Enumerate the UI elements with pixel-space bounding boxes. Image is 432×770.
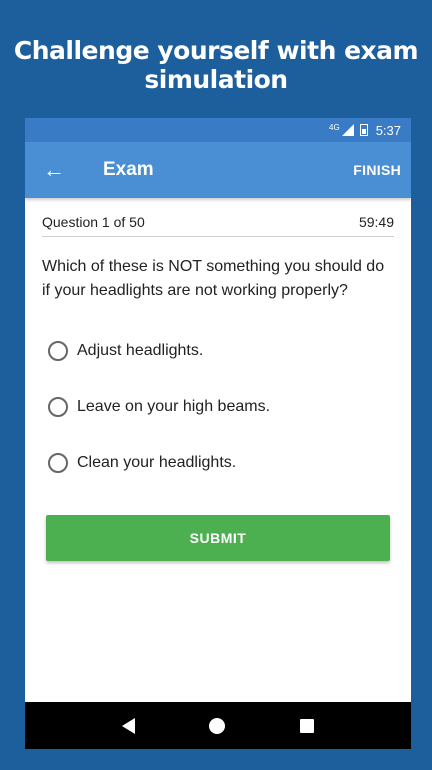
battery-icon xyxy=(359,124,368,136)
submit-button[interactable]: SUBMIT xyxy=(46,515,390,561)
question-meta: Question 1 of 50 59:49 xyxy=(42,198,394,237)
question-text: Which of these is NOT something you shou… xyxy=(42,258,385,299)
back-arrow-icon[interactable]: ← xyxy=(43,157,67,183)
app-bar: ← Exam FINISH xyxy=(25,142,411,198)
radio-button-icon[interactable] xyxy=(48,397,68,417)
nav-home-icon[interactable] xyxy=(209,717,226,734)
status-time: 5:37 xyxy=(375,122,401,138)
answer-option-1[interactable]: Adjust headlights. xyxy=(42,323,394,379)
answer-option-2[interactable]: Leave on your high beams. xyxy=(42,379,394,435)
finish-button[interactable]: FINISH xyxy=(351,156,403,184)
phone-screen: 4G 5:37 ← Exam FINISH Question 1 of 50 5… xyxy=(25,118,411,749)
network-type: 4G xyxy=(329,122,340,132)
promo-headline: Challenge yourself with exam simulation xyxy=(13,36,419,94)
nav-back-icon[interactable] xyxy=(122,717,136,734)
page-title: Exam xyxy=(103,159,154,180)
answer-options: Adjust headlights. Leave on your high be… xyxy=(42,323,394,491)
status-bar: 4G 5:37 xyxy=(25,118,411,142)
android-nav-bar xyxy=(25,702,411,749)
answer-option-label: Clean your headlights. xyxy=(77,454,237,471)
nav-recents-icon[interactable] xyxy=(299,718,314,733)
signal-icon xyxy=(341,124,354,136)
answer-option-label: Leave on your high beams. xyxy=(77,398,271,415)
exam-timer: 59:49 xyxy=(358,214,394,230)
radio-button-icon[interactable] xyxy=(48,453,68,473)
exam-content: Question 1 of 50 59:49 Which of these is… xyxy=(25,198,411,561)
answer-option-3[interactable]: Clean your headlights. xyxy=(42,435,394,491)
answer-option-label: Adjust headlights. xyxy=(77,342,204,359)
radio-button-icon[interactable] xyxy=(48,341,68,361)
question-progress: Question 1 of 50 xyxy=(42,214,145,230)
